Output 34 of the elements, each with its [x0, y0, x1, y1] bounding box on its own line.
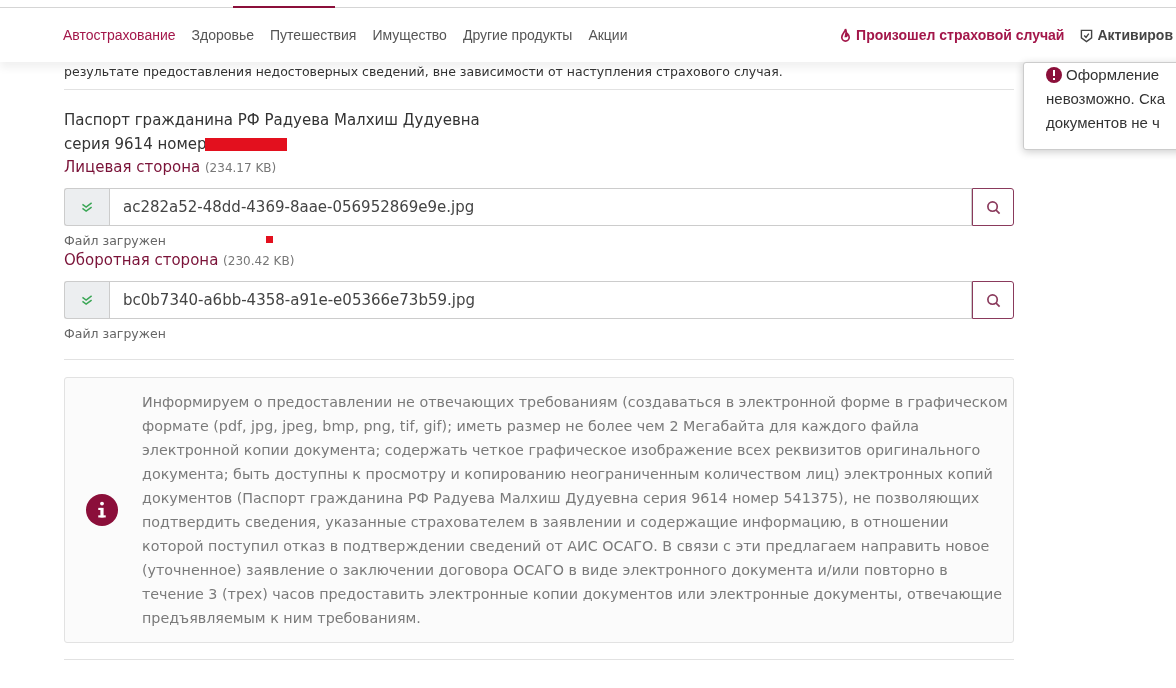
info-text: Информируем о предоставлении не отвечающих требованиям (создаваться в электронной форме в графическом формате (pdf, jpg, jpeg, bmp, png, tif, gif); иметь размер не более чем 2 Мегабайта для каждого файла электронной копии документа; содержать четкое графическое изображение всех реквизитов оригинального документа; быть доступны к просмотру и копированию неограниченным количеством лиц) электронных копий документов (Паспорт гражданина РФ Радуева Малхиш Дудуевна серия 9614 номер 541375), не позволяющих подтвердить сведения, указанные страхователем в заявлении и содержащие информацию, в отношении которой поступил отказ в подтверждении сведений от АИС ОСАГО. В связи с эти предлагаем направить новое (уточненное) заявление о заключении договора ОСАГО в виде электронного документа и/или повторно в течение 3 (трех) часов предоставить электронные копии документов или электронные документы, отвечающие предъявляемым к ним требованиям.	[142, 393, 1009, 628]
document-title: серия 9614 номер	[64, 134, 207, 155]
search-button[interactable]	[972, 188, 1014, 226]
nav-link[interactable]: Акции	[588, 27, 628, 43]
file-name-field[interactable]: ac282a52-48dd-4369-8aae-056952869e9e.jpg	[109, 188, 972, 226]
alert-icon	[1046, 67, 1062, 83]
search-button[interactable]	[972, 281, 1014, 319]
nav-link[interactable]: Другие продукты	[462, 27, 573, 43]
double-check-icon	[80, 201, 94, 213]
file-side-label: Оборотная сторона	[64, 251, 219, 269]
info-icon	[86, 494, 118, 526]
double-check-icon	[80, 294, 94, 306]
file-name-field[interactable]: bc0b7340-a6bb-4358-a91e-e05366e73b59.jpg	[109, 281, 972, 319]
annotation-mark	[266, 236, 273, 243]
file-size: (234.17 KB)	[204, 161, 277, 175]
upload-status: Файл загружен	[64, 325, 166, 342]
nav-link[interactable]: Автострахование	[63, 27, 176, 43]
notice-text: документов не ч	[1046, 113, 1160, 133]
file-size: (230.42 KB)	[223, 254, 295, 268]
file-side-label: Лицевая сторона	[64, 158, 201, 176]
intro-text: результате предоставления недостоверных сведений, вне зависимости от наступления страхового случая.	[64, 64, 784, 80]
activate-link[interactable]: Активиров	[1080, 27, 1173, 43]
search-icon	[985, 292, 1001, 308]
notice-text: невозможно. Ска	[1046, 89, 1166, 109]
flame-icon	[839, 27, 853, 43]
search-icon	[985, 199, 1001, 215]
upload-status: Файл загружен	[64, 232, 166, 249]
document-title: Паспорт гражданина РФ Радуева Малхиш Дудуевна	[64, 110, 480, 131]
nav-link[interactable]: Имущество	[372, 27, 447, 43]
notice-text: Оформление	[1066, 65, 1160, 85]
nav-link[interactable]: Путешествия	[270, 27, 357, 43]
nav-link[interactable]: Здоровье	[191, 27, 255, 43]
incident-link[interactable]: Произошел страховой случай	[839, 27, 1065, 43]
shield-check-icon	[1080, 27, 1094, 43]
